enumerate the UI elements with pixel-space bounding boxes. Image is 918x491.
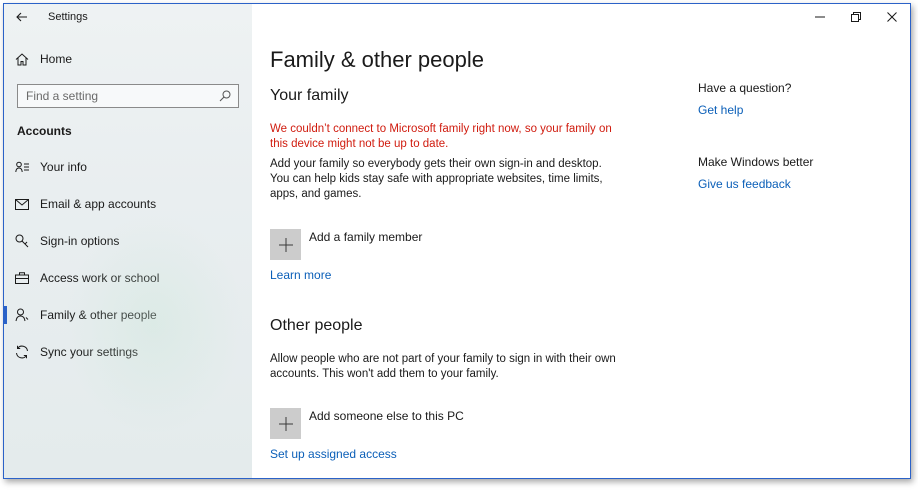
close-button[interactable] <box>874 4 910 30</box>
other-people-heading: Other people <box>270 317 363 334</box>
people-icon <box>4 308 40 322</box>
restore-icon <box>851 12 861 22</box>
briefcase-icon <box>4 272 40 284</box>
sidebar-item-sync[interactable]: Sync your settings <box>4 335 252 369</box>
sidebar-item-label: Sync your settings <box>40 345 139 359</box>
add-family-member-label: Add a family member <box>309 230 423 244</box>
learn-more-link[interactable]: Learn more <box>270 268 331 282</box>
family-description: Add your family so everybody gets their … <box>270 158 603 200</box>
page-title: Family & other people <box>270 47 484 72</box>
sidebar: Settings Home Accounts Your info Email &… <box>4 4 252 478</box>
window-controls <box>802 4 910 30</box>
close-icon <box>887 12 897 22</box>
sidebar-item-label: Your info <box>40 160 87 174</box>
your-family-heading: Your family <box>270 87 349 104</box>
add-someone-label: Add someone else to this PC <box>309 409 464 423</box>
sidebar-item-family[interactable]: Family & other people <box>4 298 252 332</box>
app-title: Settings <box>48 11 88 23</box>
sidebar-item-label: Email & app accounts <box>40 197 157 211</box>
home-label: Home <box>40 52 73 66</box>
plus-icon <box>270 229 301 260</box>
main-content: Family & other people Your family We cou… <box>252 4 910 478</box>
family-warning: We couldn’t connect to Microsoft family … <box>270 123 612 150</box>
sidebar-item-work-school[interactable]: Access work or school <box>4 261 252 295</box>
plus-icon <box>270 408 301 439</box>
minimize-button[interactable] <box>802 4 838 30</box>
person-list-icon <box>4 161 40 173</box>
assigned-access-link[interactable]: Set up assigned access <box>270 447 397 461</box>
sidebar-item-home[interactable]: Home <box>4 42 252 76</box>
get-help-link[interactable]: Get help <box>698 103 743 117</box>
title-bar: Settings <box>4 4 252 30</box>
other-people-description: Allow people who are not part of your fa… <box>270 353 616 380</box>
feedback-link[interactable]: Give us feedback <box>698 177 791 191</box>
sidebar-item-sign-in[interactable]: Sign-in options <box>4 224 252 258</box>
active-indicator <box>4 306 7 324</box>
home-icon <box>4 52 40 66</box>
question-heading: Have a question? <box>698 81 792 95</box>
sidebar-item-label: Sign-in options <box>40 234 120 248</box>
add-someone-button[interactable]: Add someone else to this PC <box>270 408 464 439</box>
sidebar-item-email[interactable]: Email & app accounts <box>4 187 252 221</box>
add-family-member-button[interactable]: Add a family member <box>270 229 422 260</box>
search-icon[interactable] <box>219 90 231 102</box>
back-button[interactable] <box>4 4 40 30</box>
restore-button[interactable] <box>838 4 874 30</box>
back-arrow-icon <box>16 12 27 22</box>
sidebar-item-label: Family & other people <box>40 308 157 322</box>
sync-icon <box>4 345 40 359</box>
minimize-icon <box>815 16 825 18</box>
search-input[interactable] <box>26 89 206 103</box>
sidebar-item-your-info[interactable]: Your info <box>4 150 252 184</box>
mail-icon <box>4 198 40 210</box>
key-icon <box>4 234 40 248</box>
search-box[interactable] <box>17 84 239 108</box>
section-title: Accounts <box>17 124 72 138</box>
settings-window: Settings Home Accounts Your info Email &… <box>3 3 911 479</box>
improve-heading: Make Windows better <box>698 155 814 169</box>
sidebar-item-label: Access work or school <box>40 271 160 285</box>
